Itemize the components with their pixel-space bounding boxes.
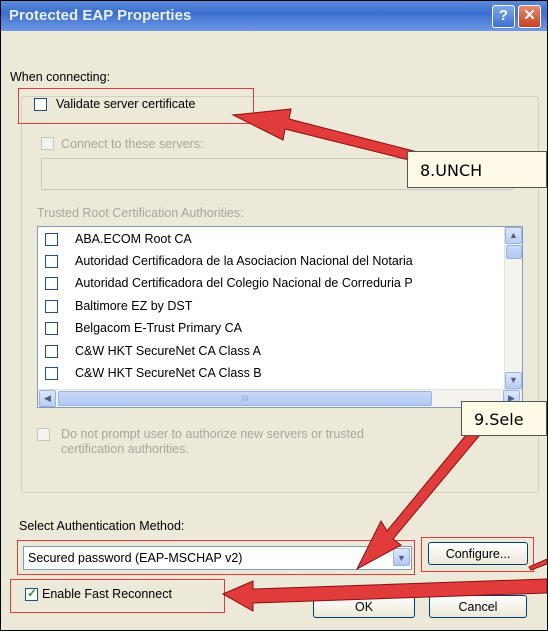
arrow-fast-reconnect	[221, 578, 547, 612]
step8-callout: 8.UNCH	[407, 151, 547, 188]
eap-properties-dialog: Protected EAP Properties ? ✕ When connec…	[0, 0, 548, 631]
arrow-step9	[355, 428, 480, 571]
arrow-configure	[528, 558, 547, 571]
annotation-arrows	[221, 108, 547, 612]
step9-callout: 9.Sele	[461, 401, 547, 436]
